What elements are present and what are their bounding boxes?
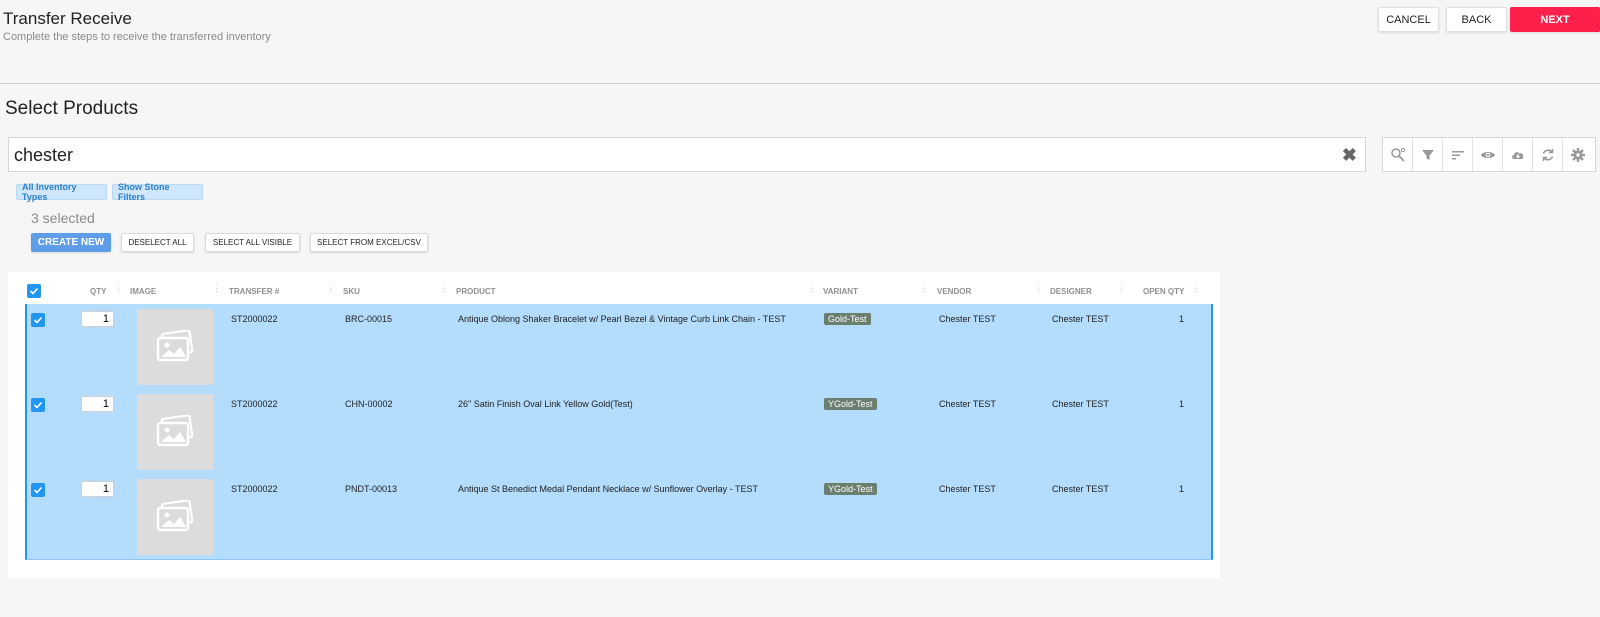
column-header-image[interactable]: IMAGE [130,287,156,296]
gear-icon[interactable] [1563,138,1593,171]
select-all-checkbox[interactable] [27,284,41,298]
search-input[interactable] [14,143,1314,167]
column-menu-icon[interactable]: ⋮ [920,284,929,297]
refresh-icon[interactable] [1533,138,1563,171]
column-menu-icon[interactable]: ⋮ [807,284,816,297]
vendor: Chester TEST [939,484,996,494]
designer: Chester TEST [1052,314,1109,324]
qty-input[interactable] [81,481,114,497]
cancel-button[interactable]: CANCEL [1378,7,1439,32]
transfer-number: ST2000022 [231,399,278,409]
column-menu-icon[interactable]: ⋮ [1117,284,1126,297]
column-header-open-qty[interactable]: OPEN QTY [1143,287,1184,296]
designer: Chester TEST [1052,484,1109,494]
product-name: Antique St Benedict Medal Pendant Neckla… [458,484,758,494]
select-all-visible-button[interactable]: SELECT ALL VISIBLE [205,233,300,252]
back-button[interactable]: BACK [1446,7,1507,32]
grid-toolbar [1382,137,1596,172]
variant-badge: Gold-Test [824,313,871,325]
section-title: Select Products [5,98,139,119]
clear-search-icon[interactable]: ✖ [1342,145,1357,166]
designer: Chester TEST [1052,399,1109,409]
table-row[interactable]: ST2000022 PNDT-00013 Antique St Benedict… [27,474,1211,559]
row-checkbox[interactable] [31,483,45,497]
grid-header: QTY ⋮ IMAGE ⋮ TRANSFER # ⋮ SKU ⋮ PRODUCT… [8,272,1220,304]
table-row[interactable]: ST2000022 CHN-00002 26" Satin Finish Ova… [27,389,1211,474]
search-box: ✖ [8,137,1366,172]
vendor: Chester TEST [939,314,996,324]
page-title: Transfer Receive [3,9,132,28]
column-header-designer[interactable]: DESIGNER [1050,287,1092,296]
column-menu-icon[interactable]: ⋮ [326,284,335,297]
column-menu-icon[interactable]: ⋮ [1034,284,1043,297]
qty-input[interactable] [81,311,114,327]
page-header: Transfer Receive Complete the steps to r… [0,0,1600,84]
sku: PNDT-00013 [345,484,398,494]
eye-icon[interactable] [1473,138,1503,171]
inventory-types-filter[interactable]: All Inventory Types [16,182,107,202]
column-header-vendor[interactable]: VENDOR [937,287,971,296]
variant-badge: YGold-Test [824,483,877,495]
table-row[interactable]: ST2000022 BRC-00015 Antique Oblong Shake… [27,304,1211,389]
open-qty: 1 [1179,399,1185,409]
deselect-all-button[interactable]: DESELECT ALL [121,233,194,252]
grid-body: ST2000022 BRC-00015 Antique Oblong Shake… [25,304,1213,560]
product-image-placeholder [137,479,213,555]
selected-count: 3 selected [31,210,95,226]
column-menu-icon[interactable]: ⋮ [212,284,221,297]
column-header-product[interactable]: PRODUCT [456,287,496,296]
transfer-number: ST2000022 [231,484,278,494]
stone-filters-toggle[interactable]: Show Stone Filters [112,182,203,202]
cloud-download-icon[interactable] [1503,138,1533,171]
product-image-placeholder [137,394,213,470]
sku: BRC-00015 [345,314,393,324]
sku: CHN-00002 [345,399,393,409]
product-image-placeholder [137,309,213,385]
open-qty: 1 [1179,484,1185,494]
product-name: 26" Satin Finish Oval Link Yellow Gold(T… [458,399,633,409]
products-grid: QTY ⋮ IMAGE ⋮ TRANSFER # ⋮ SKU ⋮ PRODUCT… [8,272,1220,578]
column-menu-icon[interactable]: ⋮ [1192,284,1201,297]
column-header-qty[interactable]: QTY [90,287,106,296]
transfer-number: ST2000022 [231,314,278,324]
search-settings-icon[interactable] [1383,138,1413,171]
column-header-sku[interactable]: SKU [343,287,360,296]
column-menu-icon[interactable]: ⋮ [440,284,449,297]
product-name: Antique Oblong Shaker Bracelet w/ Pearl … [458,314,786,324]
open-qty: 1 [1179,314,1185,324]
page-subtitle: Complete the steps to receive the transf… [3,31,271,43]
variant-badge: YGold-Test [824,398,877,410]
row-checkbox[interactable] [31,398,45,412]
qty-input[interactable] [81,396,114,412]
vendor: Chester TEST [939,399,996,409]
column-menu-icon[interactable]: ⋮ [114,284,123,297]
row-checkbox[interactable] [31,313,45,327]
select-from-excel-button[interactable]: SELECT FROM EXCEL/CSV [310,233,428,252]
next-button[interactable]: NEXT [1510,7,1600,32]
column-header-transfer[interactable]: TRANSFER # [229,287,279,296]
column-header-variant[interactable]: VARIANT [823,287,858,296]
sort-icon[interactable] [1443,138,1473,171]
filter-icon[interactable] [1413,138,1443,171]
create-new-button[interactable]: CREATE NEW [31,233,111,252]
